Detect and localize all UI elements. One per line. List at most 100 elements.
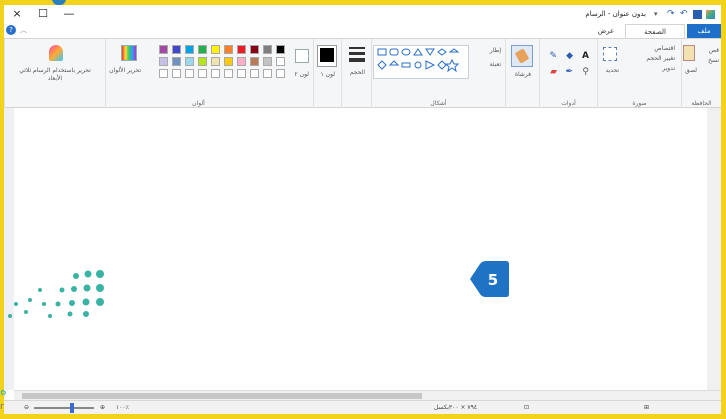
status-bar: ⊖ ⊕ ١٠٠٪ ٧٩٤ × ٣٠٠بكسل ⊡ ⊞ (4, 400, 721, 414)
vertical-scrollbar[interactable] (707, 108, 721, 390)
canvas-left-gutter (4, 108, 14, 390)
palette-swatch[interactable] (172, 57, 181, 66)
palette-swatch[interactable] (224, 45, 233, 54)
edit-colors-label[interactable]: تحرير الألوان (109, 67, 141, 74)
group-image: تحديد اقتصاص تغيير الحجم تدوير صورة (597, 39, 681, 109)
palette-swatch[interactable] (263, 45, 272, 54)
quick-access-toolbar: ↶ ↷ ▾ بدون عنوان - الرسام (585, 8, 715, 20)
eraser-icon[interactable]: ▰ (550, 67, 557, 77)
color2-label[interactable]: لون ٢ (295, 71, 309, 78)
magnifier-icon[interactable]: ⚲ (582, 67, 589, 77)
brushes-label[interactable]: فرشاة (515, 71, 531, 78)
tab-home[interactable]: الصفحة الرئيسية (625, 24, 685, 50)
zoom-out-icon[interactable]: ⊖ (24, 404, 29, 411)
close-button[interactable]: × (6, 5, 28, 23)
group-label-clipboard: الحافظة (691, 100, 712, 107)
horizontal-scrollbar[interactable] (14, 390, 721, 400)
resize-label[interactable]: تغيير الحجم (646, 55, 675, 62)
size-line-1 (349, 47, 365, 49)
crop-label[interactable]: اقتصاص (654, 45, 675, 52)
paste-label[interactable]: لصق (685, 67, 697, 74)
color1-swatch[interactable] (317, 45, 337, 67)
zoom-slider-knob[interactable] (70, 403, 74, 413)
palette-swatch[interactable] (159, 45, 168, 54)
outline-label[interactable]: إطار (490, 47, 501, 54)
logo-fragment: ﻩ (0, 384, 7, 399)
size-label[interactable]: الحجم (350, 69, 365, 76)
image-size: ٧٩٤ × ٣٠٠بكسل (434, 404, 478, 411)
palette-swatch[interactable] (159, 69, 168, 78)
customize-toolbar-icon[interactable]: ▾ (654, 10, 663, 19)
color-picker-icon[interactable]: ✒ (565, 67, 573, 77)
palette-swatch[interactable] (198, 57, 207, 66)
palette-swatch[interactable] (263, 57, 272, 66)
select-icon[interactable] (603, 47, 617, 61)
palette-swatch[interactable] (172, 69, 181, 78)
palette-swatch[interactable] (185, 45, 194, 54)
step-badge: 5 (470, 261, 509, 297)
window-title: بدون عنوان - الرسام (585, 10, 646, 18)
scroll-thumb[interactable] (22, 393, 422, 399)
palette-swatch[interactable] (250, 45, 259, 54)
palette-swatch[interactable] (211, 45, 220, 54)
color1-label[interactable]: لون ١ (321, 71, 335, 78)
paint3d-label[interactable]: تحرير باستخدام الرسام ثلاثي الأبعاد (19, 67, 91, 83)
palette-swatch[interactable] (237, 69, 246, 78)
palette-swatch[interactable] (237, 57, 246, 66)
group-label-tools: أدوات (561, 100, 576, 107)
minimize-button[interactable]: — (58, 5, 80, 23)
text-icon[interactable]: A (582, 51, 589, 61)
palette-swatch[interactable] (224, 57, 233, 66)
palette-swatch[interactable] (276, 57, 285, 66)
color2-swatch[interactable] (295, 49, 309, 63)
palette-swatch[interactable] (185, 69, 194, 78)
palette-swatch[interactable] (263, 69, 272, 78)
collapse-ribbon-icon[interactable]: ︿ (20, 25, 27, 35)
group-color2: لون ٢ (291, 39, 313, 109)
palette-swatch[interactable] (250, 69, 259, 78)
fill-icon[interactable]: ◆ (566, 51, 573, 61)
pencil-icon[interactable]: ✎ (549, 51, 557, 61)
zoom-in-icon[interactable]: ⊕ (100, 404, 105, 411)
palette-swatch[interactable] (237, 45, 246, 54)
shapes-gallery[interactable] (373, 45, 469, 79)
group-paint3d: تحرير باستخدام الرسام ثلاثي الأبعاد (4, 39, 105, 109)
palette-swatch[interactable] (159, 57, 168, 66)
zoom-slider[interactable] (34, 407, 94, 409)
palette-swatch[interactable] (250, 57, 259, 66)
cursor-position-icon: ⊞ (644, 404, 650, 411)
redo-icon[interactable]: ↷ (667, 9, 676, 19)
save-icon[interactable] (693, 9, 702, 19)
palette-swatch[interactable] (185, 57, 194, 66)
maximize-button[interactable]: ☐ (32, 5, 54, 23)
palette-swatch[interactable] (198, 45, 207, 54)
help-icon[interactable]: ? (6, 25, 16, 35)
palette-swatch[interactable] (211, 69, 220, 78)
group-label-shapes: أشكال (430, 100, 447, 107)
palette-swatch[interactable] (198, 69, 207, 78)
tab-view[interactable]: عرض (591, 24, 621, 38)
rotate-label[interactable]: تدوير (662, 65, 675, 72)
palette-swatch[interactable] (276, 69, 285, 78)
edit-colors-icon[interactable] (121, 45, 137, 61)
size-line-2 (349, 52, 365, 55)
ribbon-tabs: ? ︿ ملف الصفحة الرئيسية عرض (4, 23, 721, 50)
cut-label[interactable]: قص (709, 47, 719, 54)
drawing-canvas[interactable] (14, 108, 717, 390)
logo-dots (8, 270, 104, 318)
step-number: 5 (488, 271, 498, 289)
tab-file[interactable]: ملف (687, 24, 721, 38)
palette-swatch[interactable] (172, 45, 181, 54)
palette-swatch[interactable] (224, 69, 233, 78)
group-tools: ✎ ◆ A ▰ ✒ ⚲ أدوات (539, 39, 597, 109)
copy-label[interactable]: نسخ (708, 57, 719, 64)
paste-icon[interactable] (683, 45, 695, 61)
select-label[interactable]: تحديد (605, 67, 619, 74)
palette-swatch[interactable] (211, 57, 220, 66)
brush-icon[interactable] (511, 45, 533, 67)
ribbon: لصق قص نسخ الحافظة تحديد اقتصاص تغيير ال… (4, 38, 721, 109)
paint3d-icon[interactable] (49, 45, 63, 61)
fill-label[interactable]: تعبئة (490, 61, 501, 68)
palette-swatch[interactable] (276, 45, 285, 54)
undo-icon[interactable]: ↶ (680, 9, 689, 19)
